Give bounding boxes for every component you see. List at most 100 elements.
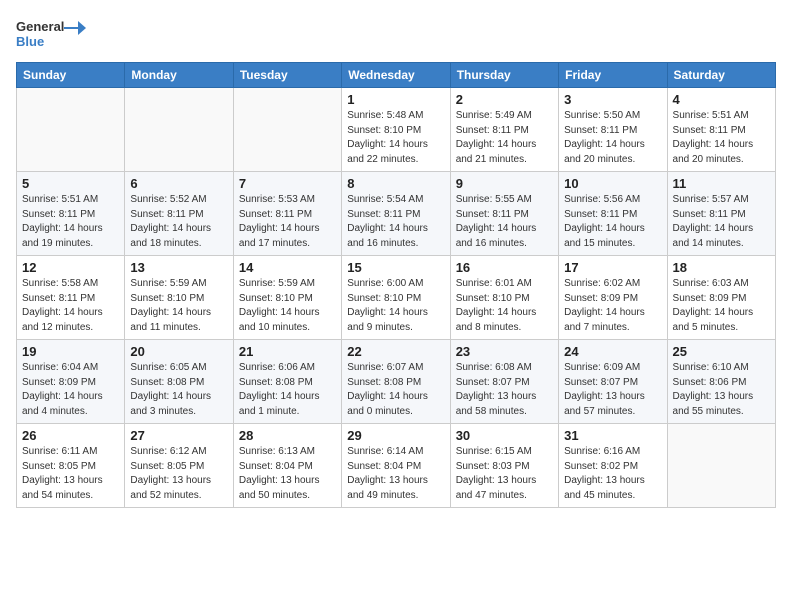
calendar-cell: 14 Sunrise: 5:59 AM Sunset: 8:10 PM Dayli… [233, 256, 341, 340]
day-info: Sunrise: 5:52 AM Sunset: 8:11 PM Dayligh… [130, 193, 227, 251]
day-info: Sunrise: 6:09 AM Sunset: 8:07 PM Dayligh… [564, 361, 661, 419]
day-info: Sunrise: 6:06 AM Sunset: 8:08 PM Dayligh… [239, 361, 336, 419]
calendar-cell [17, 88, 125, 172]
day-info: Sunrise: 6:05 AM Sunset: 8:08 PM Dayligh… [130, 361, 227, 419]
day-info: Sunrise: 5:54 AM Sunset: 8:11 PM Dayligh… [347, 193, 444, 251]
day-number: 30 [456, 428, 553, 443]
week-row-3: 12 Sunrise: 5:58 AM Sunset: 8:11 PM Dayli… [17, 256, 776, 340]
day-info: Sunrise: 5:58 AM Sunset: 8:11 PM Dayligh… [22, 277, 119, 335]
day-info: Sunrise: 5:50 AM Sunset: 8:11 PM Dayligh… [564, 109, 661, 167]
col-header-thursday: Thursday [450, 63, 558, 88]
week-row-5: 26 Sunrise: 6:11 AM Sunset: 8:05 PM Dayli… [17, 424, 776, 508]
logo-icon: General Blue [16, 16, 86, 52]
day-info: Sunrise: 6:13 AM Sunset: 8:04 PM Dayligh… [239, 445, 336, 503]
calendar-cell: 11 Sunrise: 5:57 AM Sunset: 8:11 PM Dayli… [667, 172, 775, 256]
day-number: 8 [347, 176, 444, 191]
day-info: Sunrise: 6:10 AM Sunset: 8:06 PM Dayligh… [673, 361, 770, 419]
calendar-cell: 1 Sunrise: 5:48 AM Sunset: 8:10 PM Daylig… [342, 88, 450, 172]
day-number: 22 [347, 344, 444, 359]
calendar-cell: 17 Sunrise: 6:02 AM Sunset: 8:09 PM Dayli… [559, 256, 667, 340]
calendar-body: 1 Sunrise: 5:48 AM Sunset: 8:10 PM Daylig… [17, 88, 776, 508]
day-number: 12 [22, 260, 119, 275]
calendar-cell: 6Sunrise: 5:52 AM Sunset: 8:11 PM Daylig… [125, 172, 233, 256]
day-info: Sunrise: 6:02 AM Sunset: 8:09 PM Dayligh… [564, 277, 661, 335]
day-number: 4 [673, 92, 770, 107]
calendar-cell: 24 Sunrise: 6:09 AM Sunset: 8:07 PM Dayli… [559, 340, 667, 424]
day-number: 1 [347, 92, 444, 107]
calendar-cell: 18Sunrise: 6:03 AM Sunset: 8:09 PM Dayli… [667, 256, 775, 340]
day-info: Sunrise: 5:57 AM Sunset: 8:11 PM Dayligh… [673, 193, 770, 251]
col-header-friday: Friday [559, 63, 667, 88]
day-info: Sunrise: 6:12 AM Sunset: 8:05 PM Dayligh… [130, 445, 227, 503]
day-info: Sunrise: 6:11 AM Sunset: 8:05 PM Dayligh… [22, 445, 119, 503]
calendar-cell [125, 88, 233, 172]
day-number: 14 [239, 260, 336, 275]
calendar-cell: 25 Sunrise: 6:10 AM Sunset: 8:06 PM Dayli… [667, 340, 775, 424]
calendar-cell [667, 424, 775, 508]
day-number: 26 [22, 428, 119, 443]
calendar-cell: 13Sunrise: 5:59 AM Sunset: 8:10 PM Dayli… [125, 256, 233, 340]
day-info: Sunrise: 5:59 AM Sunset: 8:10 PM Dayligh… [239, 277, 336, 335]
day-info: Sunrise: 6:07 AM Sunset: 8:08 PM Dayligh… [347, 361, 444, 419]
day-info: Sunrise: 5:49 AM Sunset: 8:11 PM Dayligh… [456, 109, 553, 167]
day-number: 21 [239, 344, 336, 359]
calendar-cell: 28 Sunrise: 6:13 AM Sunset: 8:04 PM Dayli… [233, 424, 341, 508]
day-number: 24 [564, 344, 661, 359]
calendar-cell: 5Sunrise: 5:51 AM Sunset: 8:11 PM Daylig… [17, 172, 125, 256]
calendar-cell: 30 Sunrise: 6:15 AM Sunset: 8:03 PM Dayli… [450, 424, 558, 508]
day-info: Sunrise: 5:59 AM Sunset: 8:10 PM Dayligh… [130, 277, 227, 335]
col-header-wednesday: Wednesday [342, 63, 450, 88]
day-number: 23 [456, 344, 553, 359]
day-number: 27 [130, 428, 227, 443]
week-row-4: 19 Sunrise: 6:04 AM Sunset: 8:09 PM Dayli… [17, 340, 776, 424]
day-info: Sunrise: 5:51 AM Sunset: 8:11 PM Dayligh… [22, 193, 119, 251]
day-info: Sunrise: 6:00 AM Sunset: 8:10 PM Dayligh… [347, 277, 444, 335]
calendar-cell: 7 Sunrise: 5:53 AM Sunset: 8:11 PM Daylig… [233, 172, 341, 256]
day-number: 3 [564, 92, 661, 107]
col-header-tuesday: Tuesday [233, 63, 341, 88]
calendar-cell: 2Sunrise: 5:49 AM Sunset: 8:11 PM Daylig… [450, 88, 558, 172]
calendar-cell: 8 Sunrise: 5:54 AM Sunset: 8:11 PM Daylig… [342, 172, 450, 256]
col-header-sunday: Sunday [17, 63, 125, 88]
day-info: Sunrise: 6:01 AM Sunset: 8:10 PM Dayligh… [456, 277, 553, 335]
header-row: SundayMondayTuesdayWednesdayThursdayFrid… [17, 63, 776, 88]
day-info: Sunrise: 6:04 AM Sunset: 8:09 PM Dayligh… [22, 361, 119, 419]
calendar-cell: 29 Sunrise: 6:14 AM Sunset: 8:04 PM Dayli… [342, 424, 450, 508]
svg-text:Blue: Blue [16, 34, 44, 49]
logo: General Blue [16, 16, 86, 52]
calendar-cell [233, 88, 341, 172]
day-number: 10 [564, 176, 661, 191]
calendar-cell: 10Sunrise: 5:56 AM Sunset: 8:11 PM Dayli… [559, 172, 667, 256]
calendar-cell: 4 Sunrise: 5:51 AM Sunset: 8:11 PM Daylig… [667, 88, 775, 172]
day-info: Sunrise: 6:03 AM Sunset: 8:09 PM Dayligh… [673, 277, 770, 335]
calendar-cell: 9Sunrise: 5:55 AM Sunset: 8:11 PM Daylig… [450, 172, 558, 256]
day-info: Sunrise: 5:53 AM Sunset: 8:11 PM Dayligh… [239, 193, 336, 251]
day-number: 16 [456, 260, 553, 275]
day-number: 28 [239, 428, 336, 443]
day-number: 11 [673, 176, 770, 191]
calendar-cell: 27 Sunrise: 6:12 AM Sunset: 8:05 PM Dayli… [125, 424, 233, 508]
day-info: Sunrise: 6:16 AM Sunset: 8:02 PM Dayligh… [564, 445, 661, 503]
calendar-cell: 22 Sunrise: 6:07 AM Sunset: 8:08 PM Dayli… [342, 340, 450, 424]
calendar-cell: 12 Sunrise: 5:58 AM Sunset: 8:11 PM Dayli… [17, 256, 125, 340]
day-info: Sunrise: 5:55 AM Sunset: 8:11 PM Dayligh… [456, 193, 553, 251]
day-number: 7 [239, 176, 336, 191]
calendar-cell: 19 Sunrise: 6:04 AM Sunset: 8:09 PM Dayli… [17, 340, 125, 424]
day-number: 19 [22, 344, 119, 359]
day-info: Sunrise: 6:14 AM Sunset: 8:04 PM Dayligh… [347, 445, 444, 503]
day-number: 31 [564, 428, 661, 443]
col-header-monday: Monday [125, 63, 233, 88]
day-number: 17 [564, 260, 661, 275]
calendar-cell: 23 Sunrise: 6:08 AM Sunset: 8:07 PM Dayli… [450, 340, 558, 424]
calendar-cell: 26 Sunrise: 6:11 AM Sunset: 8:05 PM Dayli… [17, 424, 125, 508]
day-info: Sunrise: 5:51 AM Sunset: 8:11 PM Dayligh… [673, 109, 770, 167]
week-row-1: 1 Sunrise: 5:48 AM Sunset: 8:10 PM Daylig… [17, 88, 776, 172]
week-row-2: 5Sunrise: 5:51 AM Sunset: 8:11 PM Daylig… [17, 172, 776, 256]
svg-text:General: General [16, 19, 64, 34]
day-number: 25 [673, 344, 770, 359]
day-number: 29 [347, 428, 444, 443]
day-info: Sunrise: 6:15 AM Sunset: 8:03 PM Dayligh… [456, 445, 553, 503]
calendar-cell: 31 Sunrise: 6:16 AM Sunset: 8:02 PM Dayli… [559, 424, 667, 508]
day-info: Sunrise: 6:08 AM Sunset: 8:07 PM Dayligh… [456, 361, 553, 419]
day-info: Sunrise: 5:48 AM Sunset: 8:10 PM Dayligh… [347, 109, 444, 167]
